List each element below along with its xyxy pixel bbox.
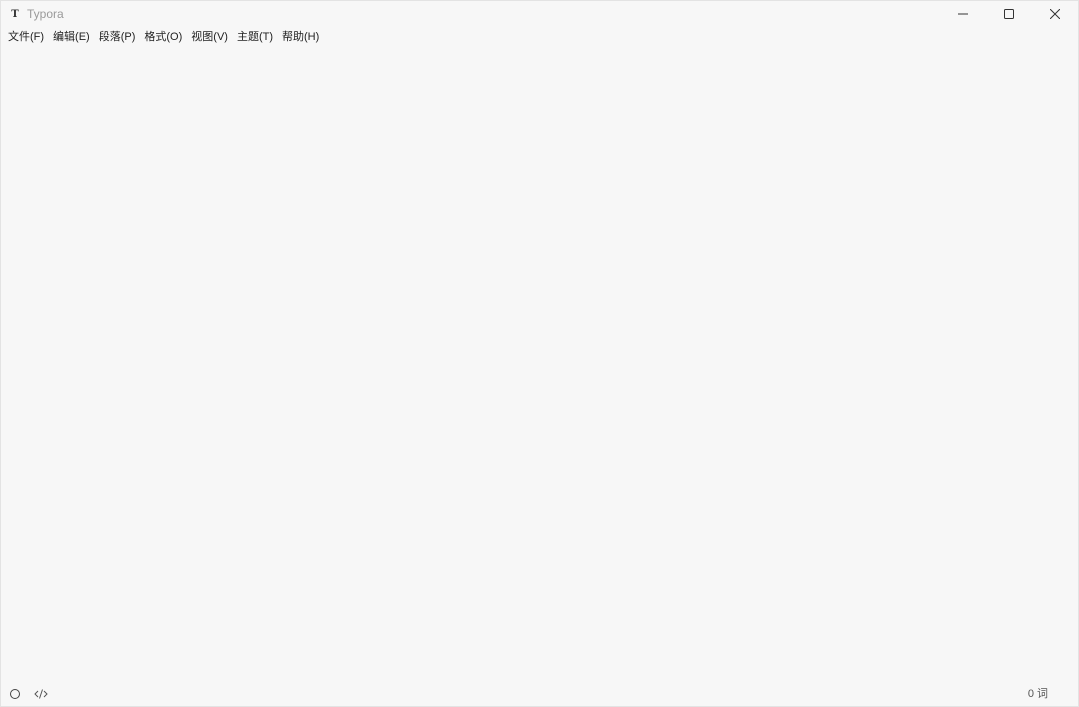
status-bar: 0 词 [1,682,1078,706]
menu-theme[interactable]: 主题(T) [234,28,276,46]
close-button[interactable] [1032,1,1078,27]
window-title: Typora [27,7,64,21]
app-window: T Typora 文件(F) 编辑(E) 段落(P) 格式(O) 视图(V) 主… [0,0,1079,707]
menu-file[interactable]: 文件(F) [5,28,47,46]
code-icon [34,689,48,699]
minimize-button[interactable] [940,1,986,27]
word-count[interactable]: 0 词 [1028,684,1048,704]
source-mode-button[interactable] [33,684,49,704]
minimize-icon [958,13,968,15]
title-bar[interactable]: T Typora [1,1,1078,27]
maximize-button[interactable] [986,1,1032,27]
menu-bar: 文件(F) 编辑(E) 段落(P) 格式(O) 视图(V) 主题(T) 帮助(H… [1,28,325,46]
menu-help[interactable]: 帮助(H) [279,28,322,46]
menu-edit[interactable]: 编辑(E) [50,28,93,46]
window-controls [940,1,1078,27]
menu-paragraph[interactable]: 段落(P) [96,28,139,46]
typora-logo-icon: T [11,8,19,20]
menu-view[interactable]: 视图(V) [188,28,231,46]
close-icon [1050,9,1060,19]
sidebar-toggle-button[interactable] [7,684,23,704]
maximize-icon [1004,9,1014,19]
circle-icon [10,689,20,699]
editor-area[interactable] [1,47,1078,682]
menu-format[interactable]: 格式(O) [141,28,185,46]
